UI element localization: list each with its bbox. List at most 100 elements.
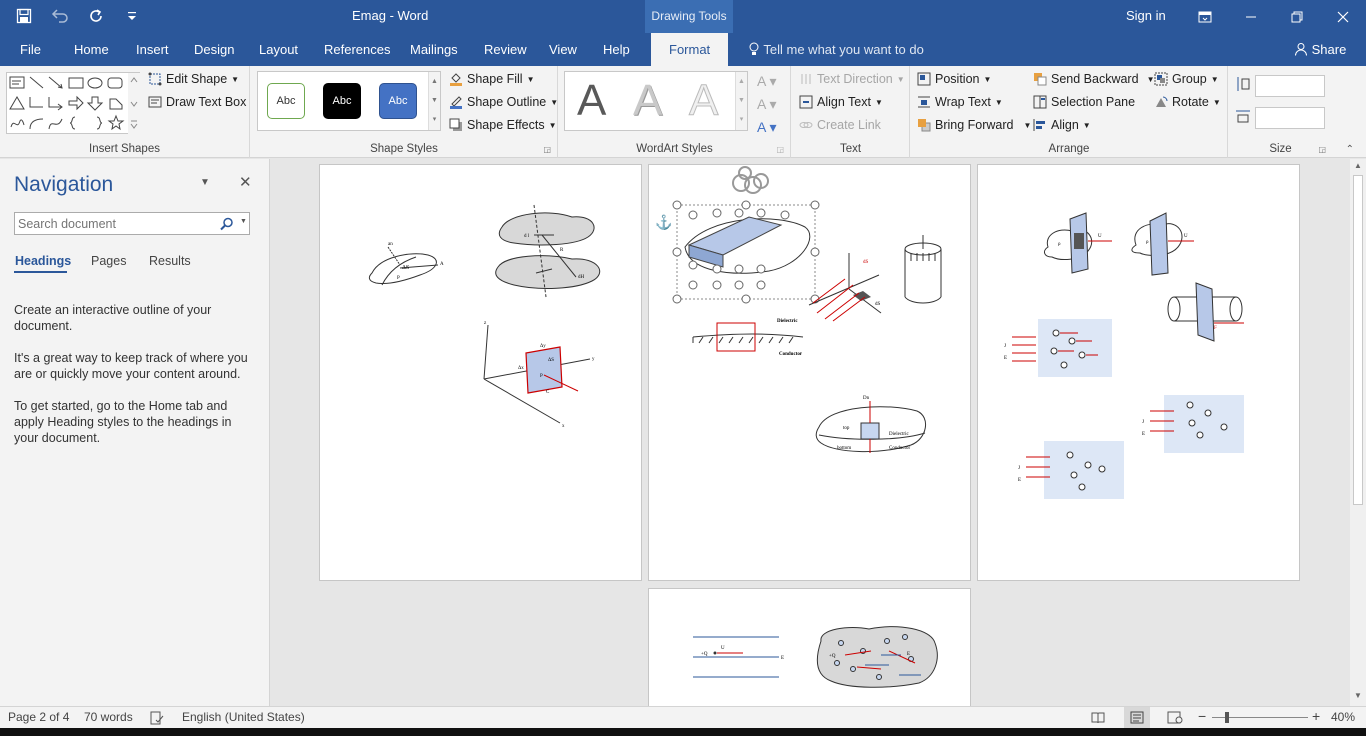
save-icon[interactable] <box>14 6 34 26</box>
shape-fill-button[interactable]: Shape Fill ▼ <box>449 72 535 86</box>
page-4[interactable]: +Q U E +Q E <box>648 588 971 706</box>
nav-options-icon[interactable]: ▼ <box>200 177 210 188</box>
read-mode-icon[interactable] <box>1091 711 1105 724</box>
tab-view[interactable]: View <box>549 42 577 57</box>
customize-qat-icon[interactable] <box>122 6 142 26</box>
tab-home[interactable]: Home <box>74 42 109 57</box>
chevron-down-icon: ▼ <box>1082 120 1091 130</box>
tab-format[interactable]: Format <box>651 33 729 66</box>
gallery-scroll[interactable]: ▲ ▼ ▾ <box>428 72 440 130</box>
search-options-icon[interactable]: ▼ <box>240 218 247 225</box>
dialog-launcher-icon[interactable]: ◲ <box>543 145 551 154</box>
surface-integral-figure: z y x Δy ΔS Δx P C <box>483 321 595 429</box>
close-window-icon[interactable] <box>1320 0 1366 33</box>
tab-design[interactable]: Design <box>194 42 234 57</box>
position-button[interactable]: Position ▼ <box>917 72 991 86</box>
tab-mailings[interactable]: Mailings <box>410 42 458 57</box>
align-button[interactable]: Align ▼ <box>1033 118 1091 132</box>
web-layout-icon[interactable] <box>1167 711 1183 724</box>
shape-style-3[interactable]: Abc <box>379 83 417 119</box>
surface-element-figure: an ΔS P A <box>368 242 444 286</box>
document-area[interactable]: an ΔS P A d l R dH z y x Δy ΔS Δx P C ⚓ … <box>270 159 1350 706</box>
tab-insert[interactable]: Insert <box>136 42 169 57</box>
page-2[interactable]: ⚓ Dielectric Conductor dS dS Dn top bott… <box>648 164 971 581</box>
shape-styles-group-label: Shape Styles <box>370 143 438 155</box>
nav-tab-headings[interactable]: Headings <box>15 254 71 268</box>
edit-shape-button[interactable]: Edit Shape ▼ <box>148 72 239 86</box>
shape-style-1[interactable]: Abc <box>267 83 305 119</box>
wordart-dialog-launcher-icon[interactable]: ◲ <box>776 145 784 154</box>
shape-height-input[interactable] <box>1255 75 1325 97</box>
wordart-style-2[interactable]: A <box>633 76 662 126</box>
send-backward-button[interactable]: Send Backward ▼ <box>1033 72 1154 86</box>
nav-help-text-2: It's a great way to keep track of where … <box>14 351 248 381</box>
tab-layout[interactable]: Layout <box>259 42 298 57</box>
charge-volume-figure-1: ρ U <box>1044 212 1112 274</box>
nav-search-box[interactable]: ▼ <box>14 212 250 235</box>
search-input[interactable] <box>15 213 210 234</box>
anchor-icon: ⚓ <box>655 214 672 231</box>
page-3[interactable]: ρ U ρ U F J E J E J E <box>977 164 1300 581</box>
draw-text-box-button[interactable]: Draw Text Box <box>148 95 246 109</box>
fig-label: J <box>1018 466 1020 471</box>
search-icon[interactable] <box>220 217 234 231</box>
page-3-figures: ρ U ρ U F J E J E J E <box>1004 212 1244 499</box>
shapes-gallery[interactable] <box>6 72 141 135</box>
vertical-scrollbar[interactable]: ▲ ▼ <box>1350 159 1366 706</box>
scroll-thumb[interactable] <box>1353 175 1363 505</box>
rotate-button[interactable]: Rotate ▼ <box>1154 95 1221 109</box>
repeat-icon[interactable] <box>86 6 106 26</box>
shape-outline-button[interactable]: Shape Outline ▼ <box>449 95 558 109</box>
bring-forward-button[interactable]: Bring Forward ▼ <box>917 118 1031 132</box>
zoom-level[interactable]: 40% <box>1331 710 1355 724</box>
zoom-out-button[interactable]: − <box>1198 708 1206 724</box>
undo-icon[interactable] <box>50 6 70 26</box>
text-direction-button[interactable]: Text Direction ▼ <box>799 72 905 86</box>
proofing-icon[interactable] <box>150 711 164 725</box>
zoom-slider-thumb[interactable] <box>1225 712 1229 723</box>
nav-tab-underline <box>14 271 67 273</box>
shape-style-2[interactable]: Abc <box>323 83 361 119</box>
tab-references[interactable]: References <box>324 42 390 57</box>
wordart-style-1[interactable]: A <box>577 76 606 126</box>
nav-tab-pages[interactable]: Pages <box>91 254 126 268</box>
text-direction-icon <box>801 74 811 84</box>
sign-in-link[interactable]: Sign in <box>1126 8 1166 23</box>
scroll-up-icon[interactable]: ▲ <box>1354 161 1362 170</box>
zoom-in-button[interactable]: + <box>1312 708 1320 724</box>
tab-help[interactable]: Help <box>603 42 630 57</box>
scroll-down-icon[interactable]: ▼ <box>1354 691 1362 700</box>
group-label: Group <box>1172 72 1207 86</box>
size-dialog-launcher-icon[interactable]: ◲ <box>1318 145 1326 154</box>
create-link-button[interactable]: Create Link <box>799 118 881 132</box>
wordart-gallery-scroll[interactable]: ▲ ▼ ▾ <box>735 72 747 130</box>
print-layout-button[interactable] <box>1124 707 1150 728</box>
page-count[interactable]: Page 2 of 4 <box>8 710 69 724</box>
close-icon[interactable]: ✕ <box>239 173 252 191</box>
create-link-label: Create Link <box>817 118 881 132</box>
word-count[interactable]: 70 words <box>84 710 133 724</box>
selection-pane-button[interactable]: Selection Pane <box>1033 95 1135 109</box>
language-indicator[interactable]: English (United States) <box>182 710 305 724</box>
align-text-button[interactable]: Align Text ▼ <box>799 95 883 109</box>
share-button[interactable]: Share <box>1294 42 1346 57</box>
align-text-icon <box>799 95 813 109</box>
collapse-ribbon-icon[interactable]: ⌃ <box>1346 144 1354 155</box>
tab-file[interactable]: File <box>20 42 41 57</box>
wordart-style-3[interactable]: A <box>688 76 718 126</box>
person-icon <box>1295 43 1307 56</box>
minimize-icon[interactable] <box>1228 0 1274 33</box>
nav-tab-results[interactable]: Results <box>149 254 191 268</box>
shape-effects-button[interactable]: Shape Effects ▼ <box>449 118 557 132</box>
tab-review[interactable]: Review <box>484 42 527 57</box>
wrap-text-button[interactable]: Wrap Text ▼ <box>917 95 1003 109</box>
ribbon-display-options-icon[interactable] <box>1182 0 1228 33</box>
tell-me-search[interactable]: Tell me what you want to do <box>748 42 924 57</box>
wordart-gallery[interactable]: A A A ▲ ▼ ▾ <box>564 71 748 131</box>
group-button[interactable]: Group ▼ <box>1154 72 1219 86</box>
shape-width-input[interactable] <box>1255 107 1325 129</box>
page-1[interactable]: an ΔS P A d l R dH z y x Δy ΔS Δx P C <box>319 164 642 581</box>
selected-shape[interactable] <box>672 166 820 304</box>
restore-icon[interactable] <box>1274 0 1320 33</box>
shape-styles-gallery[interactable]: Abc Abc Abc ▲ ▼ ▾ <box>257 71 441 131</box>
